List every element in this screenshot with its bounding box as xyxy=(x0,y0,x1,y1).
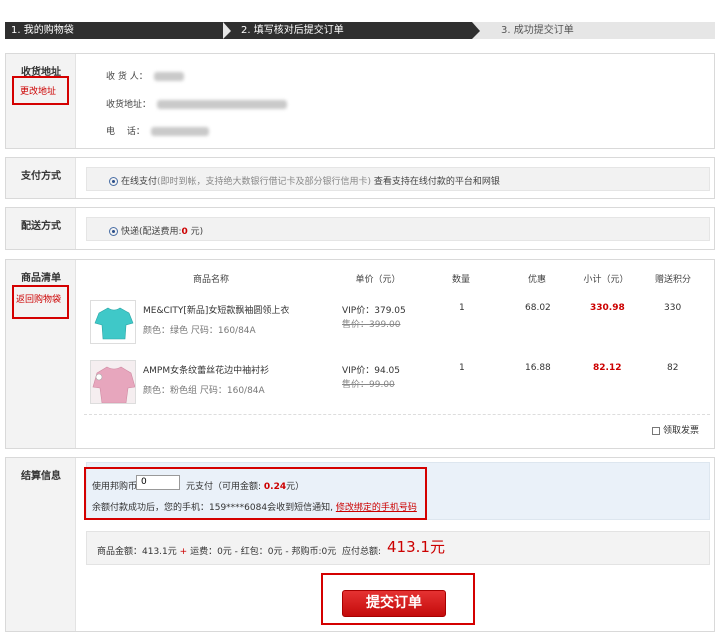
product-image[interactable] xyxy=(90,300,136,344)
progress-steps: 1. 我的购物袋 2. 填写核对后提交订单 3. 成功提交订单 xyxy=(5,22,715,39)
shirt-image xyxy=(94,307,134,340)
col-header-name: 商品名称 xyxy=(192,275,229,285)
product-qty: 1 xyxy=(459,363,465,373)
phone-label: 电 话： xyxy=(106,127,145,137)
radio-selected-icon[interactable] xyxy=(109,177,118,186)
payment-option-desc: 查看支持在线付款的平台和网银 xyxy=(373,177,500,187)
product-attrs: 颜色：绿色 尺码：160/84A xyxy=(143,326,256,336)
payment-title: 支付方式 xyxy=(21,171,61,182)
product-orig-price: 售价：99.00 xyxy=(342,380,395,390)
total-label: 应付总额: xyxy=(342,547,382,557)
product-attrs: 颜色：粉色组 尺码：160/84A xyxy=(143,386,265,396)
total-value: 413.1元 xyxy=(387,538,445,556)
order-summary: 商品金额：413.1元 + 运费：0元 - 红包：0元 - 邦购币:0元 应付总… xyxy=(86,531,710,565)
payment-option-online[interactable]: 在线支付(即时到帐，支持绝大数银行借记卡及部分银行信用卡) 查看支持在线付款的平… xyxy=(109,174,500,187)
product-discount: 16.88 xyxy=(525,363,551,373)
fees-breakdown: 运费：0元 - 红包：0元 - 邦购币:0元 xyxy=(190,547,337,557)
delivery-title: 配送方式 xyxy=(21,221,61,232)
col-header-price: 单价（元） xyxy=(355,275,401,285)
products-section: 商品清单 xyxy=(5,259,715,449)
recipient-value-redacted xyxy=(153,72,184,81)
product-subtotal: 330.98 xyxy=(590,303,625,313)
product-image[interactable] xyxy=(90,360,136,404)
coin-panel-highlight xyxy=(84,467,427,520)
product-points: 330 xyxy=(664,303,682,313)
address-label: 收货地址： xyxy=(106,100,152,110)
delivery-option-express[interactable]: 快递(配送费用:0 元) xyxy=(109,224,203,237)
invoice-label: 领取发票 xyxy=(663,426,700,436)
product-vip-price: VIP价：379.05 xyxy=(342,306,406,316)
submit-order-button[interactable]: 提交订单 xyxy=(342,590,446,617)
product-vip-price: VIP价：94.05 xyxy=(342,366,401,376)
address-section: 收货地址 收 货 人： 收货地址： 电 话： xyxy=(5,53,715,149)
settlement-title: 结算信息 xyxy=(21,471,61,482)
divider xyxy=(84,414,710,415)
step-fill-order: 2. 填写核对后提交订单 xyxy=(223,22,480,39)
col-header-subtotal: 小计（元） xyxy=(583,275,629,285)
product-orig-price: 售价：399.00 xyxy=(342,320,401,330)
col-header-discount: 优惠 xyxy=(527,275,546,285)
col-header-qty: 数量 xyxy=(451,275,470,285)
change-address-link[interactable]: 更改地址 xyxy=(20,84,56,97)
product-discount: 68.02 xyxy=(525,303,551,313)
radio-selected-icon[interactable] xyxy=(109,227,118,236)
product-subtotal: 82.12 xyxy=(593,363,622,373)
payment-option-note: (即时到帐，支持绝大数银行借记卡及部分银行信用卡) xyxy=(157,177,372,187)
delivery-section: 配送方式 快递(配送费用:0 元) xyxy=(5,207,715,250)
step-cart: 1. 我的购物袋 xyxy=(5,22,231,39)
recipient-label: 收 货 人： xyxy=(106,72,148,82)
product-name[interactable]: AMPM女条纹蕾丝花边中袖衬衫 xyxy=(143,363,269,376)
product-qty: 1 xyxy=(459,303,465,313)
payment-section: 支付方式 在线支付(即时到帐，支持绝大数银行借记卡及部分银行信用卡) 查看支持在… xyxy=(5,157,715,199)
product-name[interactable]: ME&CITY[新品]女短款飘袖圆领上衣 xyxy=(143,303,289,316)
checkbox-icon[interactable] xyxy=(652,426,660,435)
col-header-points: 赠送积分 xyxy=(654,275,691,285)
blouse-image xyxy=(92,366,135,403)
address-value-redacted xyxy=(157,100,288,109)
back-to-cart-link[interactable]: 返回购物袋 xyxy=(16,292,61,305)
goods-amount: 商品金额：413.1元 xyxy=(97,547,177,557)
phone-value-redacted xyxy=(150,127,209,136)
product-points: 82 xyxy=(667,363,679,373)
step-success: 3. 成功提交订单 xyxy=(501,25,574,36)
invoice-checkbox[interactable]: 领取发票 xyxy=(652,423,699,436)
products-title: 商品清单 xyxy=(21,273,61,284)
payment-option-name: 在线支付 xyxy=(121,177,158,187)
